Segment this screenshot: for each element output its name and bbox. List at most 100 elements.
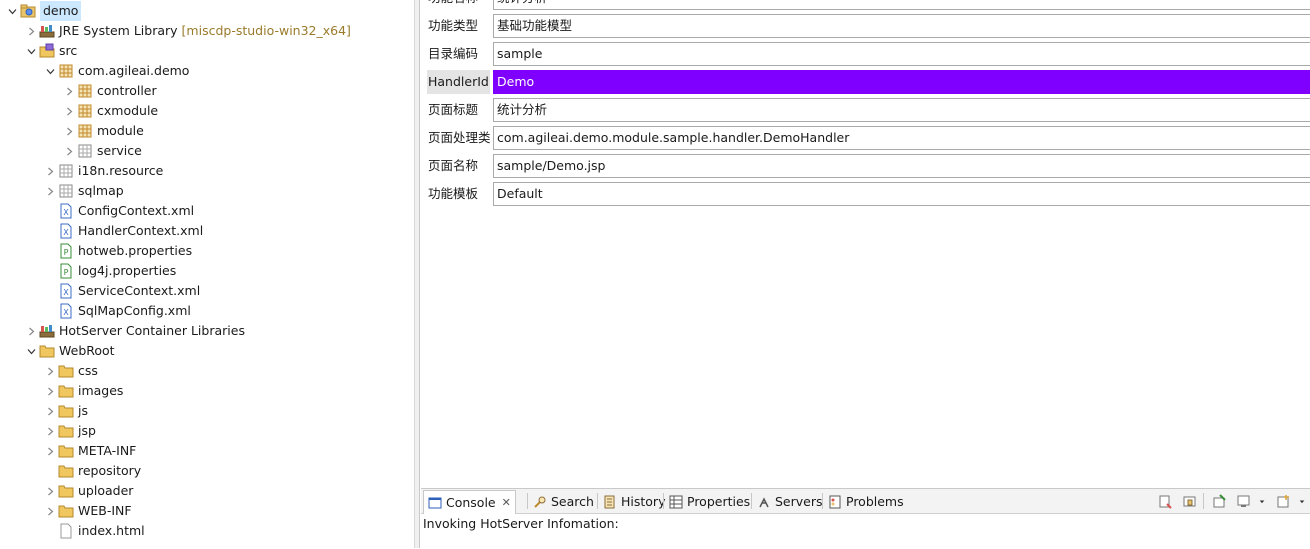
tab-search[interactable]: Search xyxy=(529,490,598,513)
package-explorer-tree[interactable]: demo JRE System Library [miscdp-studio-win… xyxy=(0,0,414,548)
tree-item-label: controller xyxy=(97,83,157,98)
field-input[interactable]: 统计分析 xyxy=(493,98,1310,122)
tree-item-webroot[interactable]: WebRoot xyxy=(23,341,115,361)
expand-arrow-icon[interactable] xyxy=(42,161,58,181)
view-sash[interactable] xyxy=(414,0,420,548)
expand-arrow-icon[interactable] xyxy=(42,361,58,381)
tree-item-index-html[interactable]: index.html xyxy=(42,521,145,541)
field-input[interactable]: Default xyxy=(493,182,1310,206)
scroll-lock-icon[interactable] xyxy=(1181,493,1197,509)
tree-item-sqlmap[interactable]: sqlmap xyxy=(42,181,124,201)
servers-icon xyxy=(757,495,771,509)
tree-item-label: repository xyxy=(78,463,142,478)
collapse-arrow-icon[interactable] xyxy=(23,341,39,361)
tree-item-label: jsp xyxy=(78,423,96,438)
expand-arrow-icon[interactable] xyxy=(42,181,58,201)
tree-item-sqlmapconfig-xml[interactable]: X SqlMapConfig.xml xyxy=(42,301,191,321)
tree-item-label: WEB-INF xyxy=(78,503,132,518)
tree-item-hotserver-container-libraries[interactable]: HotServer Container Libraries xyxy=(23,321,245,341)
library-icon xyxy=(39,23,55,39)
field-input[interactable]: sample/Demo.jsp xyxy=(493,154,1310,178)
console-icon xyxy=(428,496,442,510)
pin-console-icon[interactable] xyxy=(1211,493,1227,509)
open-console-icon[interactable] xyxy=(1275,493,1291,509)
tab-console[interactable]: Console ✕ xyxy=(423,490,516,514)
history-icon xyxy=(603,495,617,509)
svg-text:X: X xyxy=(63,308,69,317)
console-view: Console ✕ Search History Properties Servers Pr… xyxy=(421,488,1310,549)
dropdown-arrow-icon[interactable] xyxy=(1257,493,1267,509)
tree-item-repository[interactable]: repository xyxy=(42,461,141,481)
expand-arrow-icon[interactable] xyxy=(23,321,39,341)
library-icon xyxy=(39,323,55,339)
dropdown-arrow-icon[interactable] xyxy=(1297,493,1307,509)
xml-file-icon: X xyxy=(58,203,74,219)
field-input[interactable]: Demo xyxy=(493,70,1310,94)
tab-separator xyxy=(527,493,528,509)
tree-item-log4j-properties[interactable]: Plog4j.properties xyxy=(42,261,176,281)
tree-item-module[interactable]: module xyxy=(61,121,144,141)
field-input[interactable]: 统计分析 xyxy=(493,0,1310,10)
tree-item-cxmodule[interactable]: cxmodule xyxy=(61,101,158,121)
display-selected-console-icon[interactable] xyxy=(1235,493,1251,509)
tree-item-hotweb-properties[interactable]: Photweb.properties xyxy=(42,241,192,261)
tree-item-web-inf[interactable]: WEB-INF xyxy=(42,501,132,521)
tab-label: History xyxy=(621,494,666,509)
folder-icon xyxy=(58,383,74,399)
field-input[interactable]: com.agileai.demo.module.sample.handler.D… xyxy=(493,126,1310,150)
tree-item-src[interactable]: src xyxy=(23,41,77,61)
tree-item-label: module xyxy=(97,123,144,138)
tree-item-com-agileai-demo[interactable]: com.agileai.demo xyxy=(42,61,189,81)
expand-arrow-icon[interactable] xyxy=(42,441,58,461)
tab-label: Properties xyxy=(687,494,751,509)
folder-icon xyxy=(58,363,74,379)
tree-item-configcontext-xml[interactable]: X ConfigContext.xml xyxy=(42,201,194,221)
tree-item-css[interactable]: css xyxy=(42,361,98,381)
tree-item-service[interactable]: service xyxy=(61,141,142,161)
tree-item-label: log4j.properties xyxy=(78,263,177,278)
field-input[interactable]: sample xyxy=(493,42,1310,66)
close-icon[interactable]: ✕ xyxy=(502,491,511,514)
expand-arrow-icon[interactable] xyxy=(61,81,77,101)
expand-arrow-icon[interactable] xyxy=(42,501,58,521)
svg-text:X: X xyxy=(63,288,69,297)
tree-item-demo[interactable]: demo xyxy=(4,1,82,21)
tab-properties[interactable]: Properties xyxy=(665,490,754,513)
tree-item-label: WebRoot xyxy=(59,343,115,358)
collapse-arrow-icon[interactable] xyxy=(42,61,58,81)
package-icon xyxy=(77,123,93,139)
field-input[interactable]: 基础功能模型 xyxy=(493,14,1310,38)
tree-item-jre-system-library[interactable]: JRE System Library [miscdp-studio-win32_x… xyxy=(23,21,351,41)
tree-item-js[interactable]: js xyxy=(42,401,88,421)
tree-item-label: HandlerContext.xml xyxy=(78,223,204,238)
package-icon xyxy=(77,103,93,119)
tree-item-i18n-resource[interactable]: i18n.resource xyxy=(42,161,163,181)
expand-arrow-icon[interactable] xyxy=(42,481,58,501)
tree-item-jsp[interactable]: jsp xyxy=(42,421,96,441)
expand-arrow-icon[interactable] xyxy=(61,141,77,161)
tree-item-meta-inf[interactable]: META-INF xyxy=(42,441,136,461)
tab-servers[interactable]: Servers xyxy=(753,490,827,513)
clear-console-icon[interactable] xyxy=(1157,493,1173,509)
tab-problems[interactable]: Problems xyxy=(824,490,908,513)
tree-item-controller[interactable]: controller xyxy=(61,81,157,101)
collapse-arrow-icon[interactable] xyxy=(4,1,20,21)
tree-item-servicecontext-xml[interactable]: X ServiceContext.xml xyxy=(42,281,200,301)
properties-file-icon: P xyxy=(58,243,74,259)
expand-arrow-icon[interactable] xyxy=(61,101,77,121)
folder-icon xyxy=(58,403,74,419)
library-decoration: [miscdp-studio-win32_x64] xyxy=(181,23,351,38)
expand-arrow-icon[interactable] xyxy=(42,421,58,441)
expand-arrow-icon[interactable] xyxy=(23,21,39,41)
tab-history[interactable]: History xyxy=(599,490,669,513)
tree-item-handlercontext-xml[interactable]: X HandlerContext.xml xyxy=(42,221,203,241)
expand-arrow-icon[interactable] xyxy=(61,121,77,141)
tree-item-uploader[interactable]: uploader xyxy=(42,481,133,501)
collapse-arrow-icon[interactable] xyxy=(23,41,39,61)
expand-arrow-icon[interactable] xyxy=(42,401,58,421)
expand-arrow-icon[interactable] xyxy=(42,381,58,401)
tree-item-label: uploader xyxy=(78,483,134,498)
tree-item-images[interactable]: images xyxy=(42,381,123,401)
